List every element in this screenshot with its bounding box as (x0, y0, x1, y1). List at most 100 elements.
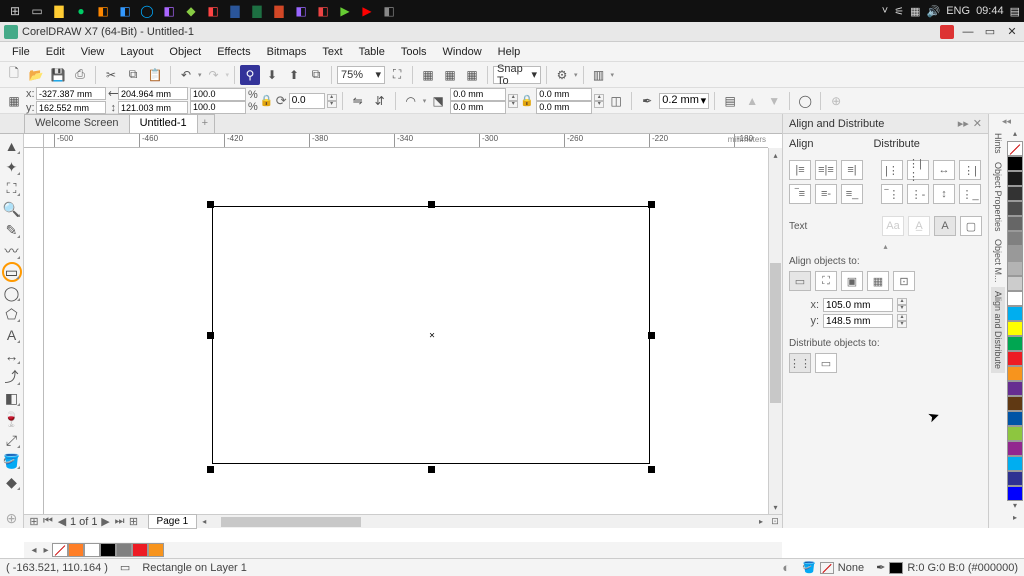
word-icon[interactable]: ▇ (224, 0, 246, 22)
menu-object[interactable]: Object (161, 44, 209, 60)
align-to-page-edge-button[interactable]: ⛶ (815, 271, 837, 291)
ellipse-tool[interactable]: ◯ (2, 283, 22, 303)
horizontal-scrollbar[interactable]: ◂ ▸ (211, 516, 754, 528)
dist-right-button[interactable]: ⋮| (959, 160, 981, 180)
wrap-text-button[interactable]: ▤ (720, 91, 740, 111)
docpal-toggle[interactable]: ▸ (40, 545, 52, 556)
redo-button[interactable]: ↷ (204, 65, 224, 85)
ppt-icon[interactable]: ▇ (268, 0, 290, 22)
text-last-button[interactable]: A̲ (908, 216, 930, 236)
text-outline-button[interactable]: ▢ (960, 216, 982, 236)
handle-n[interactable] (428, 201, 435, 208)
dist-to-page-button[interactable]: ▭ (815, 353, 837, 373)
handle-w[interactable] (207, 332, 214, 339)
text-baseline-button[interactable]: Aa (882, 216, 904, 236)
net-icon[interactable]: ▦ (910, 5, 920, 18)
menu-window[interactable]: Window (435, 44, 490, 60)
docpal-swatch-1[interactable] (84, 543, 100, 557)
corner-preview-button[interactable]: ◫ (606, 91, 626, 111)
dock-expand-icon[interactable]: ◂◂ (1002, 116, 1011, 127)
menu-help[interactable]: Help (490, 44, 529, 60)
horizontal-ruler[interactable]: millimeters -500 -460 -420 -380 -340 -30… (44, 134, 768, 148)
show-grid-button[interactable]: ▦ (440, 65, 460, 85)
mirror-h-button[interactable]: ⇋ (348, 91, 368, 111)
menu-file[interactable]: File (4, 44, 38, 60)
pos-x-field[interactable] (36, 87, 106, 100)
swatch-9[interactable] (1007, 291, 1023, 306)
show-guides-button[interactable]: ▦ (462, 65, 482, 85)
align-bottom-button[interactable]: ≡_ (841, 184, 863, 204)
open-button[interactable]: 📂 (26, 65, 46, 85)
swatch-0[interactable] (1007, 156, 1023, 171)
pos-y-field[interactable] (36, 101, 106, 114)
corner-tl-field[interactable] (450, 88, 506, 101)
swatch-1[interactable] (1007, 171, 1023, 186)
swatch-17[interactable] (1007, 411, 1023, 426)
swatch-21[interactable] (1007, 471, 1023, 486)
convert-curves-button[interactable]: ◯ (795, 91, 815, 111)
vscroll-thumb[interactable] (770, 263, 781, 403)
app3-icon[interactable]: ◧ (312, 0, 334, 22)
edge-icon[interactable]: ◯ (136, 0, 158, 22)
swatch-2[interactable] (1007, 186, 1023, 201)
rotation-field[interactable] (289, 93, 325, 109)
swatch-13[interactable] (1007, 351, 1023, 366)
explorer-icon[interactable]: ▇ (48, 0, 70, 22)
align-to-point-button[interactable]: ⊡ (893, 271, 915, 291)
handle-ne[interactable] (648, 201, 655, 208)
dimension-tool[interactable]: ↔ (2, 346, 22, 366)
align-y-field[interactable] (823, 314, 893, 328)
vertical-scrollbar[interactable]: ▴ ▾ (768, 148, 782, 514)
page-prev[interactable]: ◀ (56, 515, 68, 528)
transparency-tool[interactable]: 🍷 (2, 409, 22, 429)
menu-edit[interactable]: Edit (38, 44, 73, 60)
menu-effects[interactable]: Effects (209, 44, 258, 60)
user-badge-icon[interactable] (940, 25, 954, 39)
menu-text[interactable]: Text (314, 44, 350, 60)
fill-swatch-none[interactable] (820, 562, 834, 574)
docpal-swatch-3[interactable] (116, 543, 132, 557)
color-proof-icon[interactable]: ◐ (782, 560, 790, 575)
docker-collapse-icon[interactable]: ▸▸ (958, 117, 969, 130)
tray-chevron-icon[interactable]: ˅ (882, 5, 888, 17)
dist-space-h-button[interactable]: ↔ (933, 160, 955, 180)
swatch-22[interactable] (1007, 486, 1023, 501)
dist-left-button[interactable]: |⋮ (881, 160, 903, 180)
connector-tool[interactable]: ⤴ (2, 367, 22, 387)
handle-s[interactable] (428, 466, 435, 473)
swatch-4[interactable] (1007, 216, 1023, 231)
menu-tools[interactable]: Tools (393, 44, 435, 60)
align-top-button[interactable]: ‾≡ (789, 184, 811, 204)
palette-scroll-down[interactable]: ▾ (1007, 501, 1023, 513)
swatch-7[interactable] (1007, 261, 1023, 276)
polygon-tool[interactable]: ⬠ (2, 304, 22, 324)
canvas[interactable]: × (44, 148, 768, 514)
yt-icon[interactable]: ▶ (356, 0, 378, 22)
outline-width-field[interactable]: 0.2 mm▾ (659, 93, 709, 109)
maximize-button[interactable]: ▭ (982, 25, 998, 39)
text-bbox-button[interactable]: A (934, 216, 956, 236)
ai-icon[interactable]: ◧ (92, 0, 114, 22)
ae-icon[interactable]: ◧ (290, 0, 312, 22)
freehand-tool[interactable]: ✎ (2, 220, 22, 240)
app2-icon[interactable]: ◆ (180, 0, 202, 22)
rec-icon[interactable]: ◧ (202, 0, 224, 22)
swatch-8[interactable] (1007, 276, 1023, 291)
taskview-icon[interactable]: ▭ (26, 0, 48, 22)
dist-center-h-button[interactable]: ⋮|⋮ (907, 160, 929, 180)
cut-button[interactable]: ✂ (101, 65, 121, 85)
vscroll-up[interactable]: ▴ (769, 148, 782, 162)
corner-tr-field[interactable] (536, 88, 592, 101)
handle-sw[interactable] (207, 466, 214, 473)
corner-br-field[interactable] (536, 101, 592, 114)
save-button[interactable]: 💾 (48, 65, 68, 85)
ruler-origin[interactable] (24, 134, 44, 148)
corner-lock-button[interactable]: 🔒 (520, 87, 534, 115)
pr-icon[interactable]: ◧ (158, 0, 180, 22)
page-first[interactable]: ⏮ (42, 515, 54, 528)
tab-untitled[interactable]: Untitled-1 (129, 114, 198, 133)
paste-button[interactable]: 📋 (145, 65, 165, 85)
shape-tool[interactable]: ✦ (2, 157, 22, 177)
tofront-button[interactable]: ▲ (742, 91, 762, 111)
rot-up[interactable]: ▴ (327, 94, 337, 101)
